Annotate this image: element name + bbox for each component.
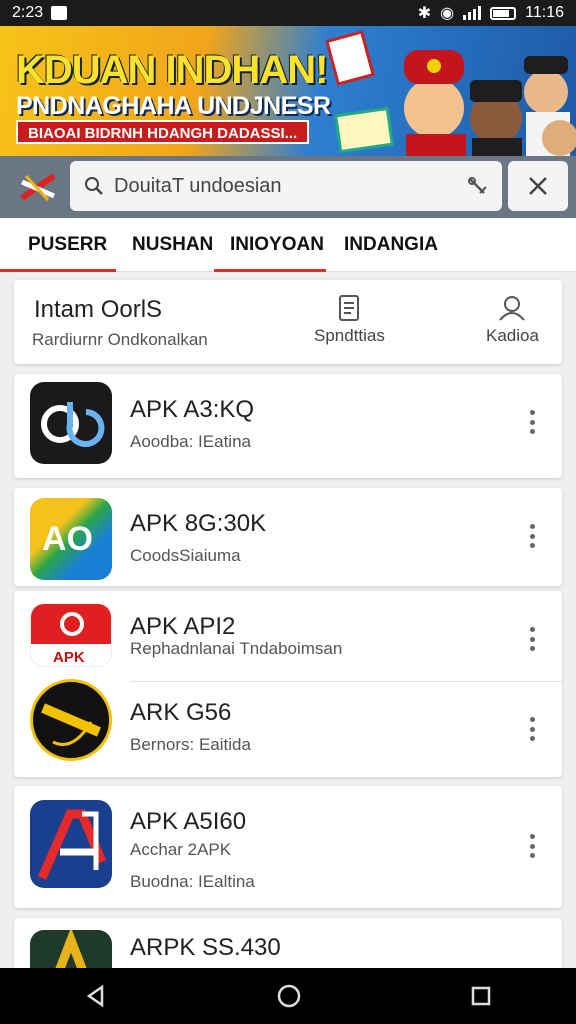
more-options-icon[interactable] (528, 627, 536, 651)
option-documents-label: Spndttias (314, 326, 385, 345)
more-options-icon[interactable] (528, 410, 536, 434)
svg-text:AO: AO (42, 520, 93, 558)
tab-label: PUSERR (28, 234, 108, 255)
ao-logo-icon (30, 382, 112, 464)
status-time: 11:16 (525, 4, 564, 21)
recents-icon[interactable] (470, 985, 492, 1007)
badge-black-gold-icon (30, 679, 112, 761)
category-tabs: PUSERR NUSHAN INIOYOAN INDANGIA (0, 218, 576, 272)
app-subtitle: Rephadnlanai Tndaboimsan (130, 639, 343, 658)
status-bar: 2:23 ✱ ◉ 11:16 (0, 0, 576, 26)
app-row[interactable]: ARK G56 Bernors: Eaitida (14, 679, 562, 775)
option-profile-label: Kadioa (486, 326, 539, 345)
document-icon (339, 295, 360, 321)
app-card: AO APK 8G:30K CoodsSiaiuma (14, 488, 562, 586)
search-value: DouitaT undoesian (114, 174, 282, 197)
app-name: APK 8G:30K (130, 510, 267, 537)
promo-banner[interactable]: KDUAN INDHAN! PNDNAGHAHA UNDJNESR BIAOAI… (0, 26, 576, 156)
app-name: APK A3:KQ (130, 396, 255, 423)
close-icon (529, 177, 547, 195)
app-row[interactable]: APK APK API2 Rephadnlanai Tndaboimsan (14, 591, 562, 683)
flag-logo-icon[interactable] (12, 161, 64, 213)
battery-icon (490, 6, 517, 20)
app-row[interactable]: APK A3:KQ Aoodba: IEatina (14, 374, 562, 466)
voice-search-icon[interactable] (466, 175, 488, 197)
more-options-icon[interactable] (528, 834, 536, 858)
signal-icon (463, 6, 482, 20)
notification-icon (51, 6, 68, 20)
search-input[interactable]: DouitaT undoesian (70, 161, 502, 211)
app-card: APK APK API2 Rephadnlanai Tndaboimsan AR… (14, 591, 562, 777)
app-name: APK API2 (130, 613, 236, 640)
banner-subtitle: PNDNAGHAHA UNDJNESR (16, 92, 331, 120)
system-nav-bar (0, 968, 576, 1024)
more-options-icon[interactable] (528, 524, 536, 548)
tab-2[interactable]: INIOYOAN (214, 218, 326, 272)
app-row[interactable]: AO APK 8G:30K CoodsSiaiuma (14, 488, 562, 580)
svg-text:APK: APK (53, 649, 85, 666)
option-profile[interactable]: Kadioa (486, 294, 539, 346)
tab-label: INDANGIA (344, 234, 438, 255)
app-name: ARPK SS.430 (130, 934, 281, 961)
app-subtitle-secondary: Buodna: IEaltina (130, 872, 255, 891)
app-card: APK A3:KQ Aoodba: IEatina (14, 374, 562, 478)
ao-gradient-icon: AO (30, 498, 112, 580)
banner-title: KDUAN INDHAN! (16, 48, 328, 92)
app-name: APK A5I60 (130, 808, 247, 835)
info-card: Intam OorlS Rardiurnr Ondkonalkan Spndtt… (14, 280, 562, 364)
close-button[interactable] (508, 161, 568, 211)
app-row[interactable]: APK A5I60 Acchar 2APK Buodna: IEaltina (14, 786, 562, 891)
tab-3[interactable]: INDANGIA (326, 218, 446, 272)
banner-ribbon: BIAOAI BIDRNH HDANGH DADASSI... (16, 120, 310, 144)
tab-label: INIOYOAN (230, 234, 324, 255)
tab-0[interactable]: PUSERR (0, 218, 116, 272)
app-name: ARK G56 (130, 699, 232, 726)
app-subtitle: Aoodba: IEatina (130, 432, 251, 451)
user-group-icon (499, 296, 526, 321)
wifi-icon: ◉ (440, 5, 455, 22)
tab-1[interactable]: NUSHAN (116, 218, 214, 272)
home-icon[interactable] (276, 983, 302, 1009)
back-icon[interactable] (84, 984, 108, 1008)
more-options-icon[interactable] (528, 717, 536, 741)
info-card-title: Intam OorlS (34, 296, 163, 323)
tab-label: NUSHAN (132, 234, 214, 255)
apk-red-icon: APK (30, 603, 112, 667)
app-card: APK A5I60 Acchar 2APK Buodna: IEaltina (14, 786, 562, 908)
status-left-text: 2:23 (12, 4, 44, 21)
bluetooth-icon: ✱ (417, 5, 432, 22)
info-card-subtitle: Rardiurnr Ondkonalkan (32, 330, 208, 349)
search-icon (85, 177, 103, 195)
app-subtitle: Bernors: Eaitida (130, 735, 251, 754)
app-subtitle: Acchar 2APK (130, 840, 232, 859)
banner-characters-illustration (326, 30, 576, 156)
row-divider (130, 681, 562, 682)
a-stylized-icon (30, 800, 112, 888)
app-subtitle: CoodsSiaiuma (130, 546, 241, 565)
option-documents[interactable]: Spndttias (314, 294, 385, 346)
